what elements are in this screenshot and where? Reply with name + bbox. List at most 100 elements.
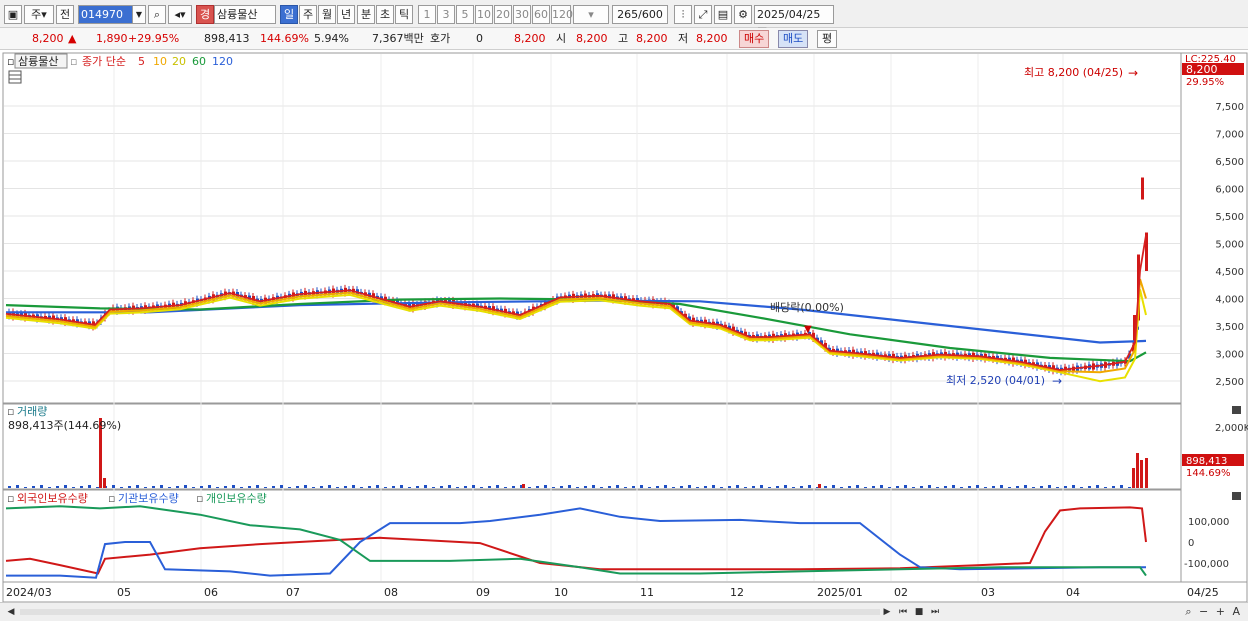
- stop-icon[interactable]: ■: [912, 605, 926, 619]
- sell-button[interactable]: 매도: [778, 30, 809, 48]
- tab-day[interactable]: 일: [280, 5, 298, 24]
- stock-name-field[interactable]: 삼륭물산: [214, 5, 276, 24]
- sound-icon[interactable]: ◂▾: [168, 5, 192, 24]
- draw-tool-icon[interactable]: ⤢: [694, 5, 712, 24]
- candle-icon[interactable]: ⫶: [674, 5, 692, 24]
- legend-ma120: 120: [212, 55, 233, 68]
- minute-10[interactable]: 10: [475, 5, 493, 24]
- x-axis: [2, 581, 1248, 603]
- volume-bar: [736, 485, 739, 488]
- chart-menu-icon[interactable]: ▣: [4, 5, 22, 24]
- scroll-track[interactable]: [20, 609, 880, 615]
- buy-button[interactable]: 매수: [739, 30, 770, 48]
- volume-bar: [768, 487, 771, 488]
- scroll-right-icon[interactable]: ▶: [880, 605, 894, 619]
- high-annotation: 최고 8,200 (04/25): [1024, 66, 1123, 79]
- volume-bar: [592, 485, 595, 488]
- gear-icon[interactable]: ⚙: [734, 5, 752, 24]
- volume-bar: [960, 487, 963, 488]
- volume-bar: [8, 486, 11, 488]
- code-dropdown-icon[interactable]: ▼: [132, 5, 146, 24]
- open-price: 8,200: [576, 32, 608, 45]
- price-axis-label: 3,000: [1215, 350, 1244, 361]
- minute-3[interactable]: 3: [437, 5, 455, 24]
- vol-tag: 898,413: [1186, 456, 1227, 467]
- minute-60[interactable]: 60: [532, 5, 550, 24]
- legend-menu-icon[interactable]: ▫: [70, 55, 77, 68]
- tab-month[interactable]: 월: [318, 5, 336, 24]
- volume-bar: [464, 486, 467, 488]
- tab-week[interactable]: 주: [299, 5, 317, 24]
- minute-120[interactable]: 120: [551, 5, 573, 24]
- average-button[interactable]: 평: [817, 30, 838, 48]
- volume-bar: [200, 486, 203, 488]
- count-field[interactable]: 265/600: [612, 5, 668, 24]
- volume-bar: [696, 487, 699, 488]
- tab-minute[interactable]: 분: [357, 5, 375, 24]
- period-select[interactable]: 주▾: [24, 5, 54, 24]
- save-icon[interactable]: ▤: [714, 5, 732, 24]
- high-price: 8,200: [636, 32, 668, 45]
- zoom-tools[interactable]: ⌕ − + A: [1185, 605, 1242, 619]
- volume-bar: [992, 486, 995, 488]
- minute-1[interactable]: 1: [418, 5, 436, 24]
- minute-20[interactable]: 20: [494, 5, 512, 24]
- price-axis-label: 6,000: [1215, 185, 1244, 196]
- legend-menu-icon[interactable]: ▫: [196, 492, 203, 505]
- close-panel-icon[interactable]: [1232, 406, 1241, 414]
- table-icon[interactable]: [8, 70, 22, 84]
- volume-bar: [248, 486, 251, 488]
- chart-scrollbar[interactable]: ◀ ▶ ⏮ ■ ⏭ ⌕ − + A: [0, 602, 1248, 621]
- volume-bar: [912, 487, 915, 488]
- volume-bar: [1032, 487, 1035, 488]
- tab-tick[interactable]: 틱: [395, 5, 413, 24]
- volume-bar: [1080, 487, 1083, 488]
- volume-bar: [920, 486, 923, 488]
- volume-bar: [320, 486, 323, 488]
- volume-bar: [928, 485, 931, 488]
- forward-icon[interactable]: ⏭: [928, 605, 942, 619]
- volume-bar: [496, 485, 499, 488]
- x-axis-label: 07: [286, 586, 300, 599]
- volume-bar: [32, 486, 35, 488]
- volume-bar: [760, 485, 763, 488]
- volume-bar: [800, 486, 803, 488]
- scroll-left-icon[interactable]: ◀: [4, 605, 18, 619]
- volume-bar: [288, 487, 291, 488]
- right-arrow-icon: →: [1128, 66, 1138, 80]
- volume-bar: [384, 487, 387, 488]
- x-axis-label: 10: [554, 586, 568, 599]
- volume-bar: [80, 486, 83, 488]
- volume-bar: [24, 487, 27, 488]
- volume-bar: [840, 487, 843, 488]
- volume-bar: [296, 486, 299, 488]
- minute-30[interactable]: 30: [513, 5, 531, 24]
- search-icon[interactable]: ⌕: [148, 5, 166, 24]
- price-axis-label: 6,500: [1215, 157, 1244, 168]
- tab-second[interactable]: 초: [376, 5, 394, 24]
- tab-year[interactable]: 년: [337, 5, 355, 24]
- volume-bar: [608, 486, 611, 488]
- volume-bar: [184, 485, 187, 488]
- custom-period-select[interactable]: ▾: [573, 5, 609, 24]
- panel-menu-icon[interactable]: ▫: [7, 55, 14, 68]
- rewind-icon[interactable]: ⏮: [896, 605, 910, 619]
- volume-bar: [648, 487, 651, 488]
- current-price: 8,200: [32, 32, 64, 45]
- chart-area[interactable]: ▫ 삼륭물산 ▫ 종가 단순 5 10 20 60 120 최고 8,200 (…: [0, 51, 1248, 603]
- volume-bar: [400, 485, 403, 488]
- volume-bar: [808, 485, 811, 488]
- minute-5[interactable]: 5: [456, 5, 474, 24]
- volume-bar: [720, 487, 723, 488]
- volume-bar: [1016, 486, 1019, 488]
- close-panel-icon[interactable]: [1232, 492, 1241, 500]
- date-input[interactable]: 2025/04/25 ▦: [754, 5, 834, 38]
- legend-menu-icon[interactable]: ▫: [108, 492, 115, 505]
- volume-bar: [64, 485, 67, 488]
- volume-bar: [96, 487, 99, 488]
- volume-bar: [944, 486, 947, 488]
- volume-bar: [952, 485, 955, 488]
- panel-menu-icon[interactable]: ▫: [7, 492, 14, 505]
- prev-button[interactable]: 전: [56, 5, 74, 24]
- panel-menu-icon[interactable]: ▫: [7, 405, 14, 418]
